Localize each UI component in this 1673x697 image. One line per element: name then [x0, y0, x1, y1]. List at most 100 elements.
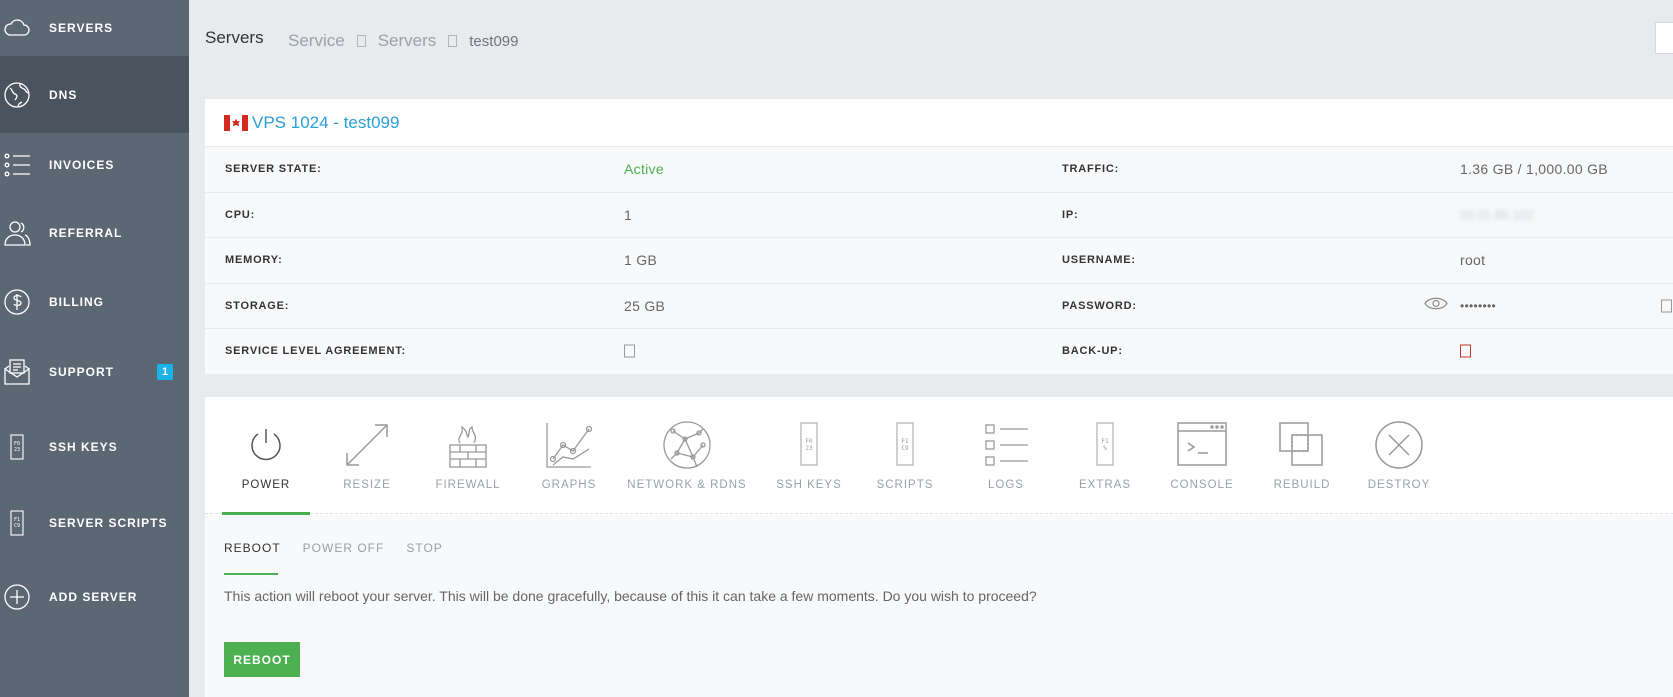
dollar-icon [2, 287, 32, 317]
sidebar-item-add-server[interactable]: ADD SERVER [0, 562, 189, 632]
tab-ssh-keys[interactable]: F0 23 SSH KEYS [765, 417, 853, 514]
tab-logs[interactable]: LOGS [962, 417, 1050, 514]
sidebar-item-invoices[interactable]: INVOICES [0, 133, 189, 197]
logs-icon [985, 424, 1028, 466]
breadcrumb-separator-icon [356, 35, 366, 47]
plus-circle-icon [2, 582, 32, 612]
svg-text:23: 23 [14, 447, 20, 453]
breadcrumb-separator-icon [448, 35, 458, 47]
traffic-value: 1.36 GB / 1,000.00 GB [1460, 161, 1608, 178]
reboot-description: This action will reboot your server. Thi… [224, 588, 1037, 604]
breadcrumb: Service Servers test099 [288, 31, 518, 51]
ip-label: IP: [1062, 208, 1079, 221]
breadcrumb-servers[interactable]: Servers [378, 31, 437, 51]
network-icon [663, 421, 711, 469]
script-file-icon: F1C9 [2, 508, 32, 538]
info-row-state: SERVER STATE: Active TRAFFIC: 1.36 GB / … [205, 147, 1673, 193]
power-icon [251, 429, 281, 461]
tab-label: SSH KEYS [776, 479, 842, 491]
sidebar-item-label: DNS [49, 87, 78, 102]
tab-label: SCRIPTS [876, 479, 934, 491]
password-value: •••••••• [1460, 298, 1497, 313]
traffic-label: TRAFFIC: [1062, 163, 1120, 176]
backup-status-icon [1460, 344, 1471, 358]
username-value: root [1460, 252, 1486, 269]
power-sub-tabs: REBOOT POWER OFF STOP [224, 541, 465, 575]
storage-label: STORAGE: [225, 299, 290, 312]
rebuild-icon [1279, 422, 1323, 466]
svg-text:23: 23 [805, 445, 813, 452]
tab-label: REBUILD [1273, 479, 1331, 491]
sidebar-item-label: BILLING [49, 294, 104, 309]
tab-extras[interactable]: F1% EXTRAS [1061, 417, 1149, 514]
tab-label: NETWORK & RDNS [627, 479, 747, 491]
tab-network-rdns[interactable]: NETWORK & RDNS [627, 417, 747, 514]
sidebar-item-ssh-keys[interactable]: F0 23 SSH KEYS [0, 410, 189, 484]
info-row-memory: MEMORY: 1 GB USERNAME: root [205, 238, 1673, 284]
info-row-cpu: CPU: 1 IP: 00.01.85.102 [205, 192, 1673, 238]
sidebar-item-server-scripts[interactable]: F1 C9 SERVER SCRIPTS [0, 484, 189, 562]
eye-icon[interactable] [1424, 296, 1448, 315]
mail-icon [2, 357, 32, 387]
tab-label: CONSOLE [1170, 479, 1234, 491]
info-row-sla: SERVICE LEVEL AGREEMENT: BACK-UP: [205, 329, 1673, 375]
extras-icon: F1% [1096, 422, 1114, 466]
sidebar-item-dns[interactable]: DNS [0, 56, 189, 133]
tab-rebuild[interactable]: REBUILD [1258, 417, 1346, 514]
sidebar-item-label: SSH KEYS [49, 440, 118, 454]
sidebar-item-servers[interactable]: SERVERS [0, 0, 189, 56]
tab-graphs[interactable]: GRAPHS [525, 417, 613, 514]
sidebar-item-label: ADD SERVER [49, 590, 138, 604]
sla-label: SERVICE LEVEL AGREEMENT: [225, 345, 406, 358]
username-label: USERNAME: [1062, 254, 1136, 267]
sidebar: SERVERS DNS INVOICES REFERRAL BILLING SU… [0, 0, 189, 697]
copy-icon[interactable] [1661, 299, 1672, 313]
svg-text:C9: C9 [901, 445, 909, 452]
resize-icon [346, 424, 388, 466]
sidebar-item-billing[interactable]: BILLING [0, 269, 189, 334]
key-file-icon: F023 [800, 422, 818, 466]
cloud-icon [2, 13, 32, 43]
tab-label: LOGS [988, 479, 1024, 491]
list-icon [2, 150, 32, 180]
sidebar-item-label: SUPPORT [49, 365, 115, 379]
reboot-button[interactable]: REBOOT [224, 642, 300, 677]
subtab-reboot[interactable]: REBOOT [224, 541, 281, 575]
tab-firewall[interactable]: FIREWALL [424, 417, 512, 514]
info-row-storage: STORAGE: 25 GB PASSWORD: •••••••• [205, 283, 1673, 329]
svg-text:F1: F1 [1101, 438, 1109, 445]
storage-value: 25 GB [624, 297, 666, 314]
tab-power[interactable]: POWER [222, 417, 310, 515]
svg-text:F0: F0 [805, 438, 813, 445]
sidebar-item-label: SERVER SCRIPTS [49, 516, 168, 530]
breadcrumb-service[interactable]: Service [288, 31, 345, 51]
server-name: VPS 1024 - test099 [252, 112, 400, 132]
notification-badge: 1 [157, 364, 173, 380]
svg-text:%: % [1103, 445, 1107, 452]
globe-icon [2, 80, 32, 110]
header-action-button[interactable] [1655, 22, 1673, 54]
sidebar-item-referral[interactable]: REFERRAL [0, 197, 189, 269]
server-state-value: Active [624, 161, 664, 178]
script-file-icon: F1C9 [896, 422, 914, 466]
tab-console[interactable]: CONSOLE [1158, 417, 1246, 514]
sidebar-item-label: REFERRAL [49, 226, 123, 240]
card-title-row: VPS 1024 - test099 [205, 99, 1673, 147]
subtab-stop[interactable]: STOP [406, 541, 442, 575]
tab-scripts[interactable]: F1 C9 SCRIPTS [861, 417, 949, 514]
ip-value: 00.01.85.102 [1460, 207, 1534, 222]
tab-label: FIREWALL [435, 479, 501, 491]
memory-label: MEMORY: [225, 254, 283, 267]
tab-label: EXTRAS [1078, 479, 1131, 491]
key-file-icon: F023 [2, 432, 32, 462]
tab-destroy[interactable]: DESTROY [1355, 417, 1443, 514]
sidebar-item-support[interactable]: SUPPORT 1 [0, 334, 189, 410]
tab-label: GRAPHS [541, 479, 597, 491]
sidebar-item-label: INVOICES [49, 158, 115, 172]
server-info-card: VPS 1024 - test099 SERVER STATE: Active … [205, 99, 1673, 375]
action-tabs: POWER RESIZE FIREWALL GRAPHS NETWORK & R… [205, 397, 1673, 515]
canada-flag-icon [224, 114, 248, 131]
tab-resize[interactable]: RESIZE [323, 417, 411, 514]
destroy-icon [1375, 421, 1423, 469]
subtab-power-off[interactable]: POWER OFF [303, 541, 385, 575]
